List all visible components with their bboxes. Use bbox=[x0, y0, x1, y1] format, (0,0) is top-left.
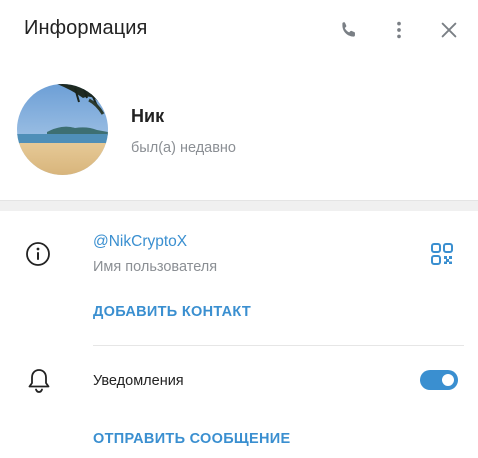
last-seen-status: был(а) недавно bbox=[131, 140, 236, 156]
add-contact-button[interactable]: ДОБАВИТЬ КОНТАКТ bbox=[93, 304, 251, 320]
call-button[interactable] bbox=[335, 16, 363, 44]
notifications-toggle[interactable] bbox=[420, 370, 458, 390]
qr-code-icon[interactable] bbox=[430, 242, 454, 266]
phone-icon bbox=[342, 22, 355, 37]
profile-section: Ник был(а) недавно bbox=[0, 62, 478, 200]
send-message-button[interactable]: ОТПРАВИТЬ СООБЩЕНИЕ bbox=[93, 431, 290, 447]
panel-title: Информация bbox=[24, 17, 148, 39]
bell-icon bbox=[28, 369, 50, 393]
user-info-panel: Информация Ник был(а) недавно @NikCrypto… bbox=[0, 0, 478, 458]
avatar[interactable] bbox=[17, 84, 108, 175]
close-button[interactable] bbox=[435, 16, 463, 44]
divider bbox=[93, 345, 464, 346]
notifications-label: Уведомления bbox=[93, 373, 184, 389]
username-label: Имя пользователя bbox=[93, 259, 218, 275]
toggle-knob bbox=[440, 372, 456, 388]
avatar-image bbox=[17, 84, 108, 175]
close-icon bbox=[441, 22, 457, 38]
more-options-button[interactable] bbox=[385, 16, 413, 44]
username-link[interactable]: @NikCryptoX bbox=[93, 233, 187, 251]
panel-header: Информация bbox=[0, 0, 478, 62]
contact-name: Ник bbox=[131, 106, 165, 126]
info-icon bbox=[26, 242, 50, 266]
more-vertical-icon bbox=[397, 21, 401, 39]
section-divider bbox=[0, 200, 478, 211]
